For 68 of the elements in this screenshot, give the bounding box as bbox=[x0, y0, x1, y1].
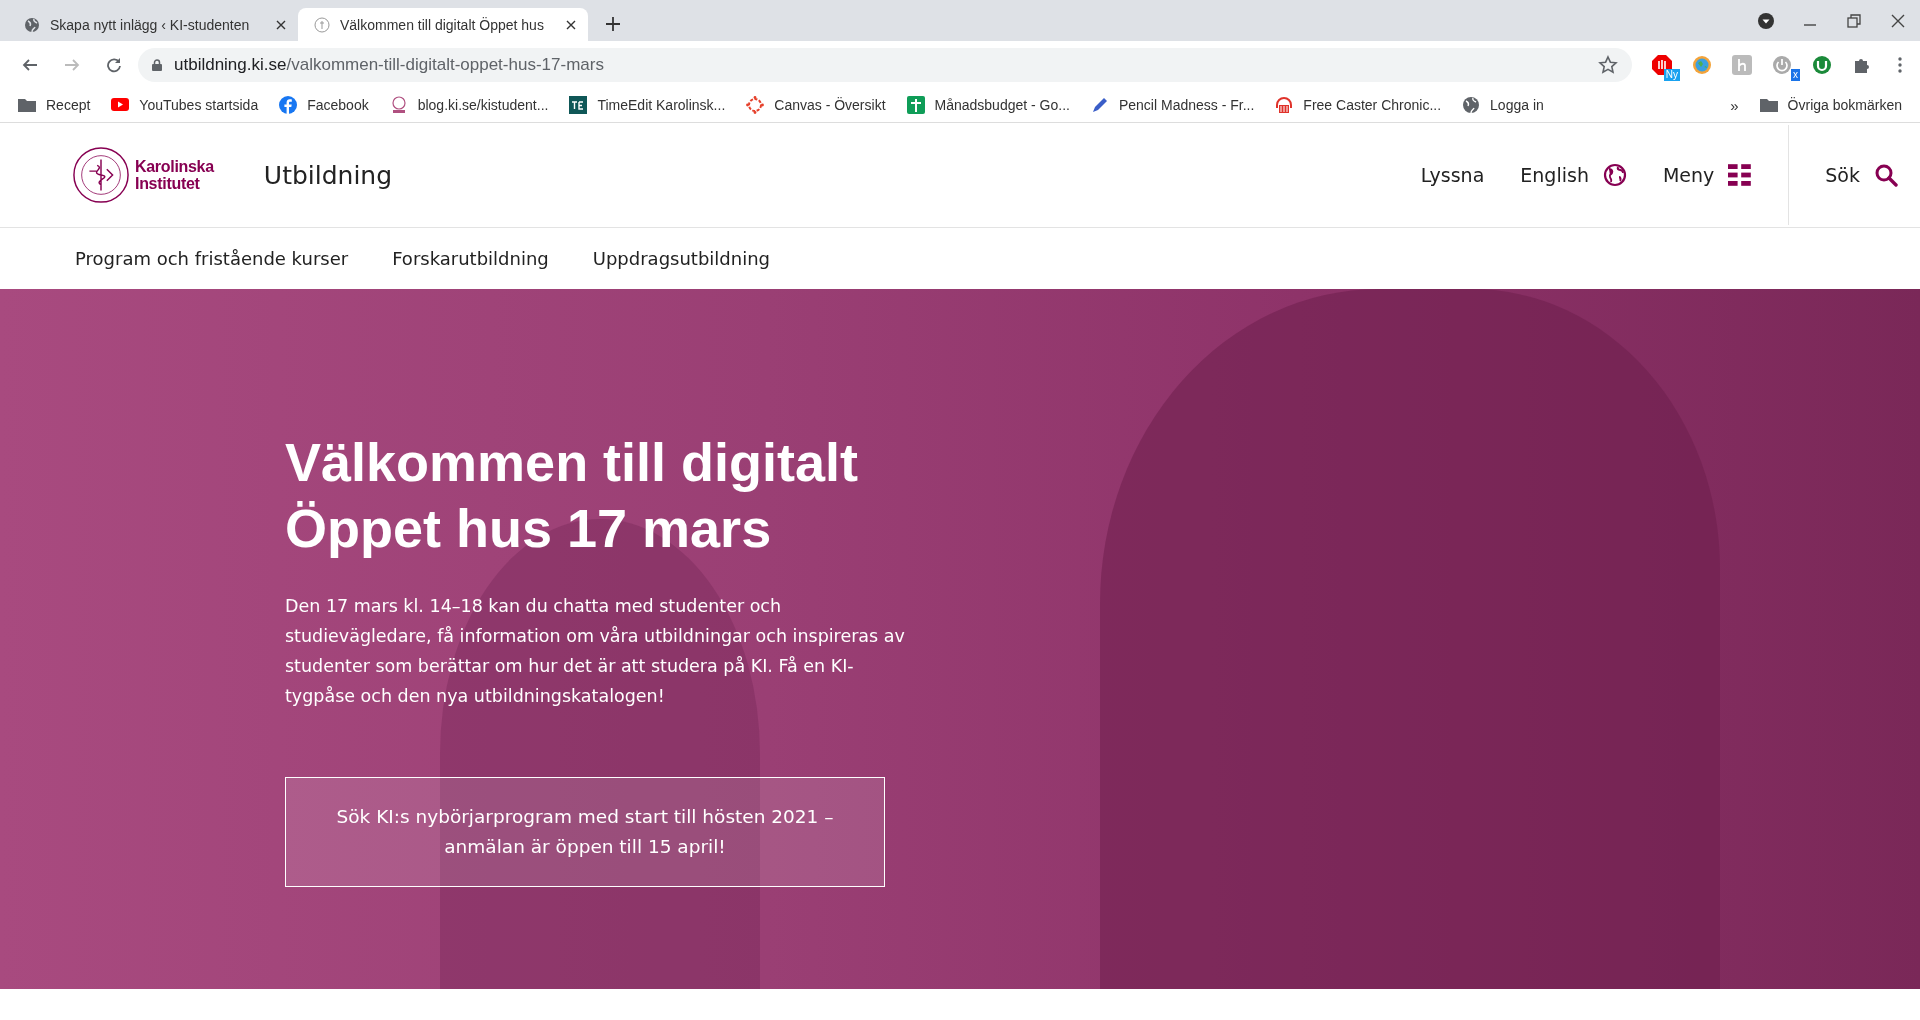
browser-tab[interactable]: Skapa nytt inlägg ‹ KI-studenten bbox=[8, 8, 298, 41]
bookmark[interactable]: Canvas - Översikt bbox=[746, 96, 886, 114]
close-icon[interactable] bbox=[1890, 13, 1906, 29]
globe-icon bbox=[1462, 96, 1481, 114]
bookmark-label: blog.ki.se/kistudent... bbox=[417, 97, 549, 113]
folder-icon bbox=[1759, 96, 1778, 114]
nav-link[interactable]: Uppdragsutbildning bbox=[592, 248, 770, 269]
bookmark[interactable]: Facebook bbox=[279, 96, 369, 114]
star-icon[interactable] bbox=[1598, 54, 1618, 75]
globe-icon[interactable] bbox=[1692, 54, 1712, 75]
other-bookmarks-folder[interactable]: Övriga bokmärken bbox=[1759, 96, 1902, 114]
bookmark-label: TimeEdit Karolinsk... bbox=[597, 97, 726, 113]
bookmark-label: YouTubes startsida bbox=[139, 97, 259, 113]
more-bookmarks-button[interactable]: » bbox=[1730, 96, 1739, 114]
close-icon[interactable] bbox=[276, 19, 286, 30]
hero-title: Välkommen till digitalt Öppet hus 17 mars bbox=[285, 431, 860, 560]
menu-button[interactable]: Meny bbox=[1662, 163, 1753, 187]
tab-title: Skapa nytt inlägg ‹ KI-studenten bbox=[50, 16, 251, 33]
bookmark[interactable]: Free Caster Chronic... bbox=[1275, 96, 1442, 114]
bookmark-label: Facebook bbox=[307, 97, 369, 113]
hero-text: Den 17 mars kl. 14–18 kan du chatta med studenter och studievägledare, få information om våra utbildningar och inspireras av studenter som berättar om hur det är att studera på KI. Få en KI-tygpåse och den nya utbildningskatalogen! bbox=[285, 595, 905, 708]
tab-title: Välkommen till digitalt Öppet hus bbox=[340, 16, 545, 33]
language-button[interactable]: English bbox=[1520, 163, 1627, 187]
u-letter-icon[interactable] bbox=[1812, 54, 1832, 75]
globe-icon bbox=[24, 16, 40, 33]
site-section-title: Utbildning bbox=[263, 160, 393, 190]
bookmark[interactable]: blog.ki.se/kistudent... bbox=[389, 96, 549, 114]
nav-link[interactable]: Forskarutbildning bbox=[392, 248, 549, 269]
bookmark[interactable]: TimeEdit Karolinsk... bbox=[569, 96, 726, 114]
te-badge-icon bbox=[569, 96, 588, 114]
bookmark-label: Pencil Madness - Fr... bbox=[1118, 97, 1255, 113]
listen-button[interactable]: Lyssna bbox=[1420, 164, 1485, 186]
url-text: utbildning.ki.se/valkommen-till-digitalt-oppet-hus-17-mars bbox=[174, 54, 604, 75]
bookmark-label: Free Caster Chronic... bbox=[1303, 97, 1442, 113]
bookmark-label: Canvas - Översikt bbox=[774, 97, 886, 113]
bookmark[interactable]: Månadsbudget - Go... bbox=[906, 96, 1070, 114]
extension-badge: x bbox=[1791, 68, 1800, 81]
canvas-ring-icon bbox=[746, 96, 765, 114]
browser-tab[interactable]: Välkommen till digitalt Öppet hus bbox=[298, 8, 588, 41]
apply-button[interactable]: Sök KI:s nybörjarprogram med start till hösten 2021 – anmälan är öppen till 15 april! bbox=[285, 777, 885, 887]
headphones-icon bbox=[1275, 96, 1294, 114]
more-icon[interactable] bbox=[1898, 54, 1902, 75]
search-button[interactable]: Sök bbox=[1825, 163, 1898, 187]
folder-icon bbox=[18, 96, 36, 114]
f-letter-icon bbox=[279, 96, 298, 114]
play-icon bbox=[111, 96, 130, 114]
close-icon[interactable] bbox=[566, 19, 576, 30]
bookmark-label: Månadsbudget - Go... bbox=[934, 97, 1070, 113]
address-bar[interactable]: utbildning.ki.se/valkommen-till-digitalt-oppet-hus-17-mars bbox=[138, 47, 1632, 82]
logo-text: Karolinska bbox=[135, 158, 214, 175]
bookmark-label: Recept bbox=[46, 97, 91, 113]
pencil-icon bbox=[1090, 96, 1109, 114]
logo-text: Institutet bbox=[135, 175, 201, 192]
globe-icon bbox=[1602, 163, 1627, 187]
plus-icon[interactable] bbox=[606, 17, 620, 31]
bookmark-label: Övriga bokmärken bbox=[1787, 97, 1902, 113]
bookmark[interactable]: Logga in bbox=[1462, 96, 1544, 114]
nav-link[interactable]: Program och fristående kurser bbox=[75, 248, 349, 269]
bookmark[interactable]: YouTubes startsida bbox=[111, 96, 259, 114]
lock-icon bbox=[152, 58, 162, 71]
menu-icon bbox=[1728, 163, 1753, 187]
plus-sheet-icon bbox=[906, 96, 925, 114]
bookmark-label: Logga in bbox=[1490, 97, 1544, 113]
bookmark[interactable]: Pencil Madness - Fr... bbox=[1090, 96, 1255, 114]
restore-icon[interactable] bbox=[1846, 13, 1862, 29]
dropdown-icon[interactable] bbox=[1758, 13, 1774, 29]
bookmark[interactable]: Recept bbox=[18, 96, 91, 114]
search-icon bbox=[1874, 163, 1898, 187]
